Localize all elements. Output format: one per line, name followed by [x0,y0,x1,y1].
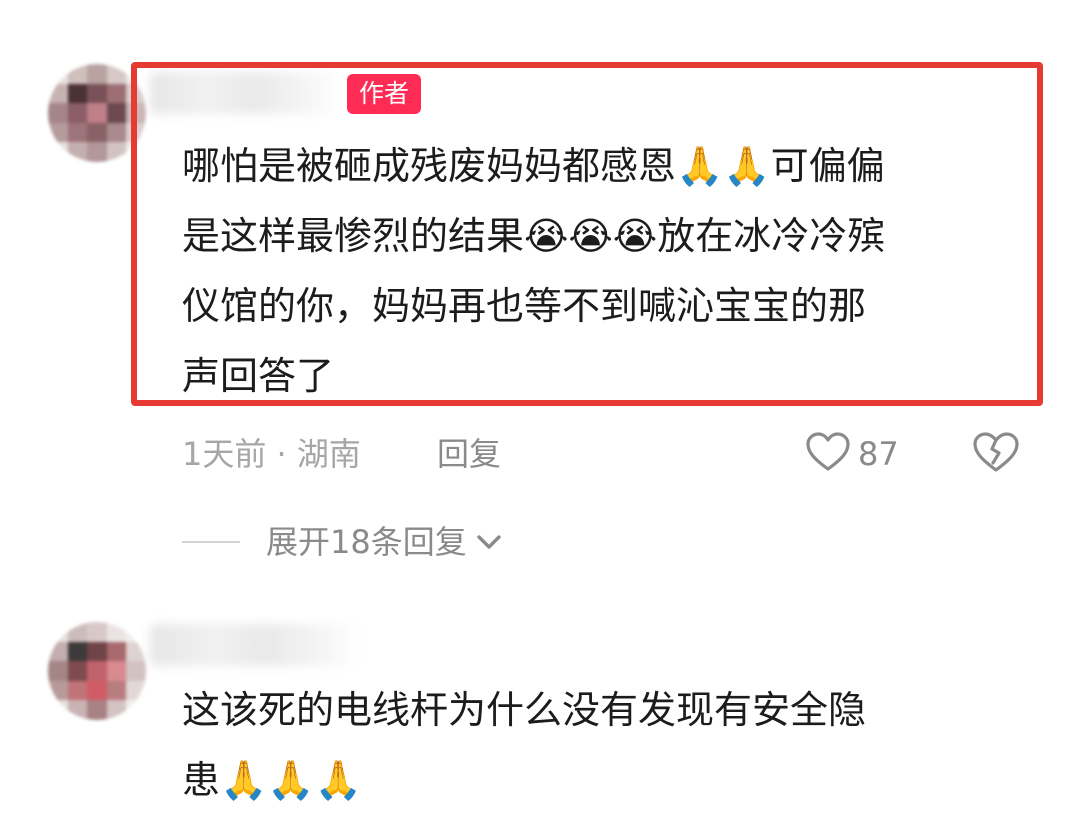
expand-replies-label: 展开18条回复 [266,523,467,561]
comment-text: 这该死的电线杆为什么没有发现有安全隐 患🙏🙏🙏 [182,688,867,802]
comment-meta: 1天前 · 湖南 [182,435,361,473]
heart-outline-icon [806,432,850,476]
comment-item: 这该死的电线杆为什么没有发现有安全隐 患🙏🙏🙏 [0,590,1080,819]
comment-item: 作者 哪怕是被砸成残废妈妈都感恩🙏🙏可偏偏 是这样最惨烈的结果😭😭😭放在冰冷冷殡… [0,0,1080,590]
broken-heart-icon [972,431,1020,477]
like-count: 87 [858,435,899,473]
like-button[interactable]: 87 [806,430,899,478]
avatar[interactable] [48,622,146,720]
dislike-button[interactable] [972,430,1020,478]
divider [182,541,240,543]
expand-replies-button[interactable]: 展开18条回复 [182,518,503,566]
chevron-down-icon [475,532,503,552]
comment-text: 哪怕是被砸成残废妈妈都感恩🙏🙏可偏偏 是这样最惨烈的结果😭😭😭放在冰冷冷殡 仪馆… [182,144,886,398]
username-blurred[interactable] [150,624,360,666]
reply-button[interactable]: 回复 [437,430,501,478]
